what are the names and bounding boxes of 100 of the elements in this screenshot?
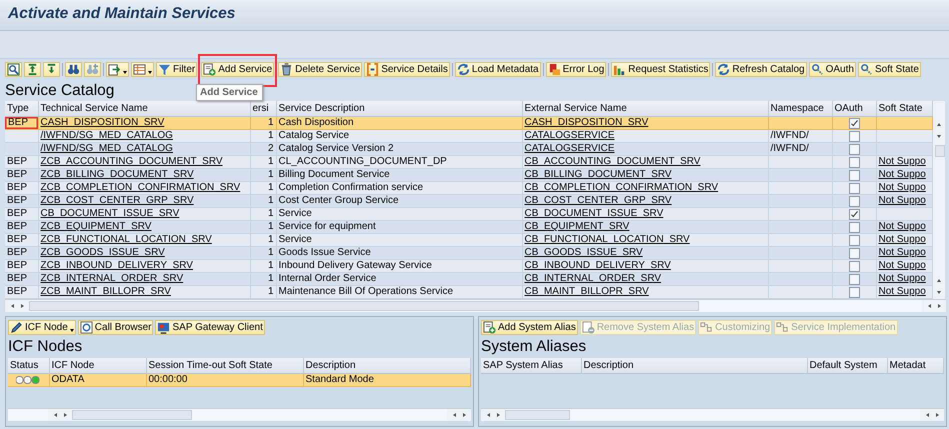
toolbar-button[interactable]: SAP Gateway Client xyxy=(155,320,265,335)
toolbar-button[interactable]: Request Statistics xyxy=(611,62,710,77)
scroll-right-button[interactable] xyxy=(60,409,72,421)
add-document-icon xyxy=(203,63,216,76)
column-header[interactable]: ersi xyxy=(250,101,276,116)
table-cell: Internal Order Service xyxy=(276,272,522,286)
horizontal-scrollbar[interactable] xyxy=(481,408,944,421)
table-cell: 1 xyxy=(250,117,276,130)
column-header[interactable]: OAuth xyxy=(832,101,876,116)
table-cell: Billing Document Service xyxy=(276,168,522,182)
scroll-right-button[interactable] xyxy=(934,300,946,312)
scroll-left-button[interactable] xyxy=(922,300,934,312)
table-cell: BEP xyxy=(5,182,38,194)
column-header[interactable]: Technical Service Name xyxy=(38,101,250,116)
toolbar-button[interactable]: Add System Alias xyxy=(481,320,578,335)
scroll-left-button[interactable] xyxy=(447,409,459,421)
column-header[interactable]: Soft State xyxy=(876,101,932,116)
toolbar-button[interactable]: Call Browser xyxy=(78,320,154,335)
table-cell: BEP xyxy=(5,260,38,272)
sort-down-icon xyxy=(45,63,58,76)
toolbar-button[interactable]: Delete Service xyxy=(278,62,362,77)
book-icon xyxy=(548,63,561,76)
horizontal-scrollbar[interactable] xyxy=(8,408,471,421)
column-header[interactable]: External Service Name xyxy=(522,101,768,116)
checkbox[interactable] xyxy=(848,222,860,232)
checkbox[interactable] xyxy=(848,130,860,142)
table-cell: Inbound Delivery Gateway Service xyxy=(276,260,522,272)
column-header[interactable]: Description xyxy=(303,358,470,374)
tooltip: Add Service xyxy=(196,84,263,101)
export-icon xyxy=(108,63,121,76)
checkbox[interactable] xyxy=(848,156,860,168)
toolbar-button[interactable]: Service Details xyxy=(364,62,450,77)
table-cell: BEP xyxy=(5,208,38,220)
table-cell: Goods Issue Service xyxy=(276,246,522,260)
checkbox[interactable] xyxy=(848,286,860,298)
toolbar-button[interactable]: ICF Node xyxy=(8,320,76,335)
window-title: Activate and Maintain Services xyxy=(0,0,949,31)
scrollbar-thumb[interactable] xyxy=(505,410,570,420)
toolbar-button[interactable]: Load Metadata xyxy=(454,62,541,77)
scroll-left-button[interactable] xyxy=(5,300,17,312)
table-cell: Cash Disposition xyxy=(276,117,522,130)
checkbox[interactable] xyxy=(848,144,860,154)
column-header[interactable]: Status xyxy=(8,358,49,374)
column-header[interactable]: Metadat xyxy=(887,358,943,374)
checkbox[interactable] xyxy=(848,196,860,206)
table-cell: Service for equipment xyxy=(276,220,522,234)
column-header[interactable]: Description xyxy=(581,358,807,374)
nodes-icon xyxy=(700,321,714,334)
checkbox[interactable] xyxy=(848,234,860,246)
column-header[interactable]: Service Description xyxy=(276,101,522,116)
horizontal-scrollbar[interactable] xyxy=(5,299,946,312)
column-header[interactable]: Type xyxy=(5,101,38,116)
sort-up-icon xyxy=(26,63,39,76)
column-header[interactable]: Default System xyxy=(807,358,887,374)
toolbar-button[interactable]: Soft State xyxy=(858,62,921,77)
checkbox[interactable] xyxy=(848,118,860,128)
scrollbar-thumb[interactable] xyxy=(72,410,192,420)
toolbar-button[interactable] xyxy=(106,62,129,77)
column-header[interactable]: SAP System Alias xyxy=(481,358,581,374)
checkbox[interactable] xyxy=(848,182,860,194)
checkbox[interactable] xyxy=(848,248,860,258)
table-cell: /IWFND/ xyxy=(768,130,832,142)
vertical-scrollbar[interactable] xyxy=(932,101,944,299)
scroll-right-button[interactable] xyxy=(459,409,471,421)
toolbar-button[interactable] xyxy=(43,62,60,77)
toolbar-button[interactable] xyxy=(24,62,41,77)
section-title: ICF Nodes xyxy=(8,337,82,357)
scrollbar-thumb[interactable] xyxy=(29,301,699,311)
remove-document-icon xyxy=(582,321,595,334)
checkbox[interactable] xyxy=(848,274,860,284)
toolbar-button[interactable]: Add Service xyxy=(201,62,274,77)
checkbox[interactable] xyxy=(848,170,860,180)
pencil-icon xyxy=(10,321,23,334)
scroll-left-button[interactable] xyxy=(481,409,493,421)
scrollbar-thumb[interactable] xyxy=(934,145,944,157)
table-cell: Maintenance Bill Of Operations Service xyxy=(276,286,522,298)
scroll-right-button[interactable] xyxy=(17,300,29,312)
toolbar-button[interactable] xyxy=(5,62,22,77)
toolbar-button[interactable] xyxy=(131,62,154,77)
toolbar-button[interactable]: Filter xyxy=(156,62,198,77)
toolbar-button[interactable]: OAuth xyxy=(808,62,856,77)
column-header[interactable]: Session Time-out Soft State xyxy=(146,358,303,374)
column-header[interactable]: ICF Node xyxy=(49,358,146,374)
refresh-icon xyxy=(456,63,470,76)
scroll-left-button[interactable] xyxy=(48,409,60,421)
toolbar-button[interactable]: Refresh Catalog xyxy=(715,62,807,77)
column-header[interactable]: Namespace xyxy=(768,101,832,116)
table-cell: BEP xyxy=(5,168,38,182)
toolbar-button[interactable] xyxy=(65,62,82,77)
scroll-right-button[interactable] xyxy=(932,409,944,421)
table-cell: Standard Mode xyxy=(303,374,470,386)
scroll-right-button[interactable] xyxy=(493,409,505,421)
scroll-left-button[interactable] xyxy=(920,409,932,421)
table-cell: Service xyxy=(276,208,522,220)
checkbox[interactable] xyxy=(848,260,860,272)
toolbar-button[interactable]: Error Log xyxy=(546,62,606,77)
table-cell: CL_ACCOUNTING_DOCUMENT_DP xyxy=(276,156,522,168)
table-icon xyxy=(133,63,146,76)
checkbox[interactable] xyxy=(848,208,860,220)
table-cell: BEP xyxy=(5,220,38,234)
